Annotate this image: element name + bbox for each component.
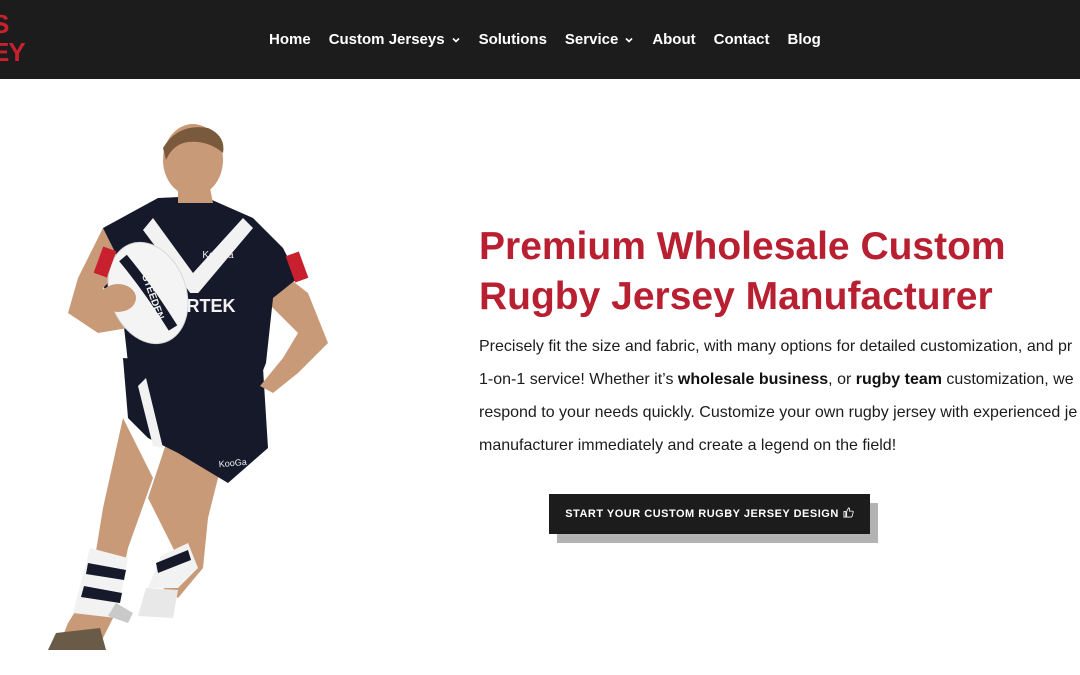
nav-item-custom-jerseys[interactable]: Custom Jerseys bbox=[329, 31, 461, 48]
start-design-button[interactable]: START YOUR CUSTOM RUGBY JERSEY DESIGN bbox=[549, 494, 870, 534]
chevron-down-icon bbox=[624, 35, 634, 45]
hero-title-line-1: Premium Wholesale Custom bbox=[479, 225, 1006, 268]
nav-item-blog[interactable]: Blog bbox=[787, 31, 820, 48]
nav-item-service[interactable]: Service bbox=[565, 31, 634, 48]
nav-label: Service bbox=[564, 31, 619, 48]
nav-item-solutions[interactable]: Solutions bbox=[479, 31, 547, 48]
chevron-down-icon bbox=[451, 35, 461, 45]
nav-label: Blog bbox=[787, 31, 821, 48]
logo-line-1: S bbox=[0, 10, 32, 38]
nav-item-contact[interactable]: Contact bbox=[714, 31, 770, 48]
nav-item-home[interactable]: Home bbox=[269, 31, 311, 48]
hero-desc-bold: wholesale business bbox=[677, 371, 829, 388]
hero-desc-bold: rugby team bbox=[855, 371, 942, 388]
hero-title: Premium Wholesale Custom Rugby Jersey Ma… bbox=[479, 222, 1079, 322]
hero-desc-text: 1-on-1 service! Whether it’s bbox=[479, 371, 678, 388]
hero-desc-text: customization, we bbox=[941, 371, 1074, 388]
hero-title-line-2: Rugby Jersey Manufacturer bbox=[479, 275, 993, 318]
hero-desc-line-3: respond to your needs quickly. Customize… bbox=[479, 404, 1078, 421]
site-header: S EY Home Custom Jerseys Solutions Servi… bbox=[0, 0, 1080, 79]
rugby-player-image: RTEK KooGa KooGa STEEDEN bbox=[28, 118, 373, 658]
nav-label: Home bbox=[269, 31, 311, 48]
main-nav: Home Custom Jerseys Solutions Service Ab… bbox=[269, 0, 821, 79]
site-logo[interactable]: S EY bbox=[0, 10, 32, 66]
svg-text:RTEK: RTEK bbox=[187, 296, 236, 316]
nav-label: Solutions bbox=[478, 31, 547, 48]
hero-desc-line-4: manufacturer immediately and create a le… bbox=[479, 437, 897, 454]
nav-label: Custom Jerseys bbox=[328, 31, 445, 48]
nav-label: Contact bbox=[713, 31, 770, 48]
nav-item-about[interactable]: About bbox=[652, 31, 695, 48]
hero-desc-text: , or bbox=[828, 371, 856, 388]
nav-label: About bbox=[652, 31, 696, 48]
thumbs-up-icon bbox=[843, 507, 854, 521]
jersey-brand-text: KooGa bbox=[202, 250, 234, 261]
logo-line-2: EY bbox=[0, 37, 26, 67]
hero-desc-line-1: Precisely fit the size and fabric, with … bbox=[479, 338, 1073, 355]
hero-description: Precisely fit the size and fabric, with … bbox=[479, 330, 1080, 462]
cta-label: START YOUR CUSTOM RUGBY JERSEY DESIGN bbox=[565, 508, 839, 520]
